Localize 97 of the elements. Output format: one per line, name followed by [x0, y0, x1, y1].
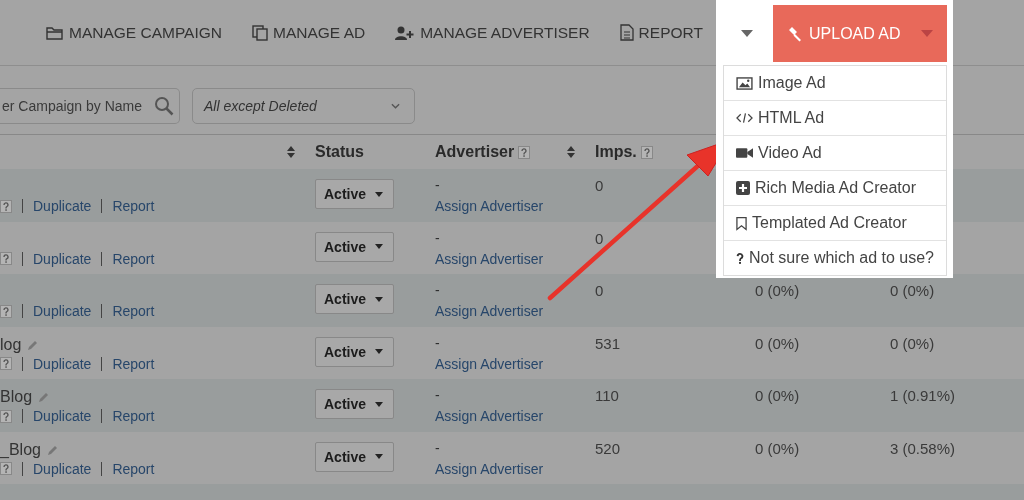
- question-icon: [736, 251, 744, 265]
- nav-link[interactable]: REPORT: [619, 23, 703, 42]
- row-action-link[interactable]: Duplicate: [33, 408, 92, 424]
- table-cell: 0: [595, 229, 604, 247]
- advertiser-value: -: [435, 177, 441, 193]
- row-action-link[interactable]: Report: [112, 408, 155, 424]
- advertiser-value: -: [435, 229, 441, 246]
- advertiser-value: -: [435, 282, 441, 298]
- row-action-link[interactable]: Duplicate: [33, 355, 92, 372]
- table-cell: 3 (0.58%): [890, 439, 956, 457]
- row-action-link[interactable]: Report: [112, 198, 155, 214]
- status-dropdown[interactable]: Active: [315, 336, 395, 367]
- sort-icon[interactable]: [567, 146, 575, 158]
- advertiser-value: -: [435, 439, 441, 456]
- row-action-link[interactable]: Report: [112, 355, 155, 372]
- row-action-link[interactable]: Report: [112, 460, 155, 477]
- table-cell: 0 (0%): [890, 334, 935, 352]
- table-cell: 520: [595, 439, 621, 457]
- caret-icon: [375, 349, 384, 354]
- status-dropdown[interactable]: Active: [315, 284, 395, 314]
- status-dropdown[interactable]: Active: [315, 231, 395, 262]
- assign-advertiser-link[interactable]: Assign Advertiser: [435, 198, 585, 214]
- table-cell: 110: [595, 387, 619, 404]
- nav-link[interactable]: MANAGE ADVERTISER: [395, 23, 590, 42]
- help-icon[interactable]: [0, 199, 12, 213]
- assign-advertiser-link[interactable]: Assign Advertiser: [435, 460, 585, 477]
- help-icon[interactable]: [640, 145, 653, 159]
- table-cell: 0: [595, 282, 604, 299]
- copy-icon: [252, 24, 268, 41]
- table-cell: 0 (0%): [755, 334, 800, 352]
- caret-icon: [375, 191, 384, 197]
- status-dropdown[interactable]: Active: [315, 179, 395, 209]
- plus-square-icon: [736, 181, 750, 195]
- help-icon[interactable]: [0, 304, 12, 318]
- column-header: Imps.: [595, 143, 637, 161]
- gavel-icon: [787, 25, 803, 42]
- table-cell: 0 (0%): [755, 439, 800, 457]
- sort-icon[interactable]: [287, 146, 295, 158]
- caret-icon: [375, 454, 384, 459]
- table-cell: 0: [595, 177, 604, 194]
- caret-icon: [375, 296, 384, 302]
- search-field[interactable]: er Campaign by Name: [0, 88, 180, 124]
- table-cell: 0 (0%): [890, 282, 935, 299]
- nav-link[interactable]: MANAGE AD: [252, 23, 366, 42]
- help-icon[interactable]: [0, 252, 12, 265]
- chevron-icon: [391, 103, 400, 109]
- assign-advertiser-link[interactable]: Assign Advertiser: [435, 250, 585, 267]
- campaign-name: log: [0, 335, 22, 354]
- assign-advertiser-link[interactable]: Assign Advertiser: [435, 408, 585, 424]
- help-icon[interactable]: [518, 145, 531, 159]
- menu-item[interactable]: Image Ad: [724, 66, 946, 101]
- document-icon: [619, 24, 634, 41]
- pencil-icon[interactable]: [27, 338, 40, 351]
- code-icon: [736, 112, 753, 124]
- table-cell: 0 (0%): [755, 387, 800, 404]
- column-header: Status: [315, 143, 364, 161]
- advertiser-value: -: [435, 387, 441, 403]
- status-dropdown[interactable]: Active: [315, 389, 395, 419]
- image-icon: [736, 76, 753, 90]
- status-select[interactable]: All except Deleted: [192, 88, 415, 124]
- help-icon[interactable]: [0, 409, 12, 423]
- pencil-icon[interactable]: [46, 443, 59, 456]
- campaign-name: Blog: [0, 388, 33, 406]
- table-cell: 1 (0.91%): [890, 387, 956, 404]
- add-user-icon: [395, 25, 416, 40]
- caret-icon: [921, 30, 933, 37]
- menu-item[interactable]: Templated Ad Creator: [724, 206, 946, 241]
- table-cell: 531: [595, 334, 621, 352]
- menu-item[interactable]: Video Ad: [724, 136, 946, 171]
- menu-item[interactable]: Rich Media Ad Creator: [724, 171, 946, 206]
- video-camera-icon: [736, 147, 753, 159]
- row-action-link[interactable]: Duplicate: [33, 460, 92, 477]
- upload-ad-button[interactable]: UPLOAD AD: [773, 5, 947, 62]
- menu-item[interactable]: HTML Ad: [724, 101, 946, 136]
- search-icon: [154, 96, 174, 116]
- row-action-link[interactable]: Duplicate: [33, 198, 92, 214]
- help-icon[interactable]: [0, 357, 12, 370]
- caret-icon: [375, 244, 384, 249]
- menu-item[interactable]: Not sure which ad to use?: [724, 241, 946, 275]
- status-dropdown[interactable]: Active: [315, 441, 395, 472]
- folder-icon: [46, 25, 64, 40]
- caret-icon: [375, 401, 384, 407]
- table-cell: 0 (0%): [755, 282, 800, 299]
- column-header: Advertiser: [435, 143, 515, 161]
- assign-advertiser-link[interactable]: Assign Advertiser: [435, 303, 585, 319]
- row-action-link[interactable]: Report: [112, 250, 155, 267]
- row-action-link[interactable]: Report: [112, 303, 155, 319]
- help-icon[interactable]: [0, 462, 12, 475]
- bookmark-icon: [736, 215, 747, 231]
- row-action-link[interactable]: Duplicate: [33, 250, 92, 267]
- advertiser-value: -: [435, 334, 441, 351]
- pencil-icon[interactable]: [38, 391, 51, 403]
- nav-link[interactable]: MANAGE CAMPAIGN: [46, 23, 222, 42]
- assign-advertiser-link[interactable]: Assign Advertiser: [435, 355, 585, 372]
- campaign-name: _Blog: [0, 440, 41, 459]
- row-action-link[interactable]: Duplicate: [33, 303, 92, 319]
- caret-icon[interactable]: [741, 30, 753, 37]
